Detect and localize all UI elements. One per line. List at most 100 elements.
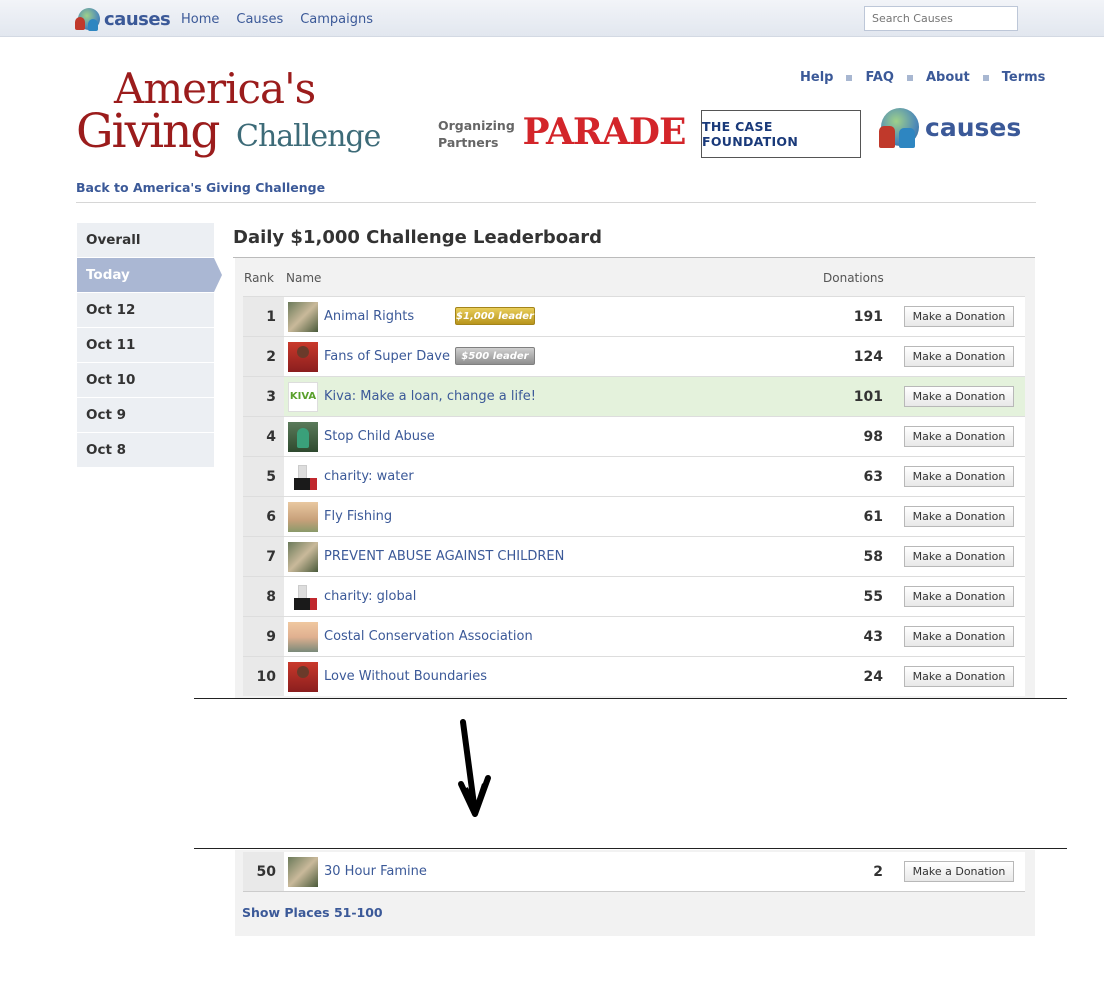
cause-thumbnail[interactable] [288, 621, 318, 652]
rank-cell: 8 [243, 577, 284, 616]
brand-line-2: Giving [76, 104, 221, 159]
make-donation-button[interactable]: Make a Donation [904, 861, 1014, 882]
menu-item-oct-11[interactable]: Oct 11 [77, 328, 214, 362]
cause-thumbnail[interactable] [288, 421, 318, 452]
make-donation-button[interactable]: Make a Donation [904, 506, 1014, 527]
leaderboard-rows: 1 Animal Rights $1,000 leader 191 Make a… [243, 296, 1025, 696]
make-donation-button[interactable]: Make a Donation [904, 346, 1014, 367]
header-links: Help FAQ About Terms [800, 70, 1045, 85]
table-row: 4 Stop Child Abuse 98 Make a Donation [243, 416, 1025, 456]
menu-item-oct-12[interactable]: Oct 12 [77, 293, 214, 327]
column-header-donations: Donations [823, 271, 884, 285]
cause-thumbnail[interactable]: KIVA [288, 381, 318, 412]
leader-badge: $1,000 leader [455, 307, 535, 325]
brand-line-3: Challenge [236, 119, 381, 154]
make-donation-button[interactable]: Make a Donation [904, 386, 1014, 407]
cause-name-link[interactable]: Costal Conservation Association [324, 629, 533, 644]
cut-line-top [194, 698, 1067, 699]
make-donation-button[interactable]: Make a Donation [904, 546, 1014, 567]
cause-name-link[interactable]: Fly Fishing [324, 509, 392, 524]
cause-thumbnail[interactable] [288, 661, 318, 692]
table-row: 8 charity: global 55 Make a Donation [243, 576, 1025, 616]
cause-thumbnail[interactable] [288, 581, 318, 612]
causes-partner-logo[interactable]: causes [879, 108, 1022, 148]
divider [76, 202, 1036, 203]
cause-name-link[interactable]: Animal Rights [324, 309, 414, 324]
top-bar: causes Home Causes Campaigns [0, 0, 1104, 37]
menu-item-today[interactable]: Today [77, 258, 222, 292]
parade-logo[interactable]: PARADE [521, 112, 687, 152]
causes-logo[interactable]: causes [75, 8, 171, 31]
link-separator [846, 74, 853, 81]
make-donation-button[interactable]: Make a Donation [904, 666, 1014, 687]
back-link[interactable]: Back to America's Giving Challenge [76, 180, 325, 195]
table-row: 9 Costal Conservation Association 43 Mak… [243, 616, 1025, 656]
organizing-partners-label: Organizing Partners [438, 117, 515, 151]
menu-item-oct-8[interactable]: Oct 8 [77, 433, 214, 467]
americas-giving-challenge-logo[interactable]: America's Giving Challenge [76, 64, 381, 168]
cut-line-bottom [194, 848, 1067, 849]
nav-home[interactable]: Home [181, 12, 219, 27]
donation-count: 98 [863, 428, 883, 445]
top-nav: Home Causes Campaigns [181, 12, 390, 27]
help-link[interactable]: Help [800, 70, 833, 85]
donation-count: 55 [863, 588, 883, 605]
about-link[interactable]: About [926, 70, 970, 85]
down-arrow-icon [458, 719, 491, 817]
cause-thumbnail[interactable] [288, 301, 318, 332]
table-row: 6 Fly Fishing 61 Make a Donation [243, 496, 1025, 536]
donation-count: 43 [863, 628, 883, 645]
organizing-label-line2: Partners [438, 135, 499, 150]
causes-globe-icon [879, 108, 919, 148]
leader-badge: $500 leader [455, 347, 535, 365]
cause-name-link[interactable]: charity: water [324, 469, 414, 484]
make-donation-button[interactable]: Make a Donation [904, 466, 1014, 487]
make-donation-button[interactable]: Make a Donation [904, 306, 1014, 327]
cause-name-link[interactable]: Fans of Super Dave [324, 349, 450, 364]
search-input[interactable] [864, 6, 1018, 31]
rank-cell: 2 [243, 337, 284, 376]
donation-count: 124 [853, 348, 883, 365]
cause-name-link[interactable]: Love Without Boundaries [324, 669, 487, 684]
cause-thumbnail[interactable] [288, 341, 318, 372]
case-foundation-logo[interactable]: THE CASE FOUNDATION [701, 110, 861, 158]
rank-cell: 3 [243, 377, 284, 416]
make-donation-button[interactable]: Make a Donation [904, 426, 1014, 447]
cause-thumbnail[interactable] [288, 501, 318, 532]
donation-count: 191 [853, 308, 883, 325]
rank-cell: 4 [243, 417, 284, 456]
show-more-link[interactable]: Show Places 51-100 [242, 905, 383, 920]
rank-cell: 6 [243, 497, 284, 536]
cause-thumbnail[interactable] [288, 541, 318, 572]
faq-link[interactable]: FAQ [865, 70, 894, 85]
table-row: 1 Animal Rights $1,000 leader 191 Make a… [243, 296, 1025, 336]
organizing-label-line1: Organizing [438, 118, 515, 133]
terms-link[interactable]: Terms [1002, 70, 1046, 85]
cause-name-link[interactable]: Stop Child Abuse [324, 429, 435, 444]
rank-cell: 10 [243, 657, 284, 696]
column-header-name: Name [286, 271, 322, 285]
table-row: 5 charity: water 63 Make a Donation [243, 456, 1025, 496]
make-donation-button[interactable]: Make a Donation [904, 626, 1014, 647]
rank-cell: 5 [243, 457, 284, 496]
cause-name-link[interactable]: 30 Hour Famine [324, 864, 427, 879]
menu-item-oct-9[interactable]: Oct 9 [77, 398, 214, 432]
cause-thumbnail[interactable] [288, 461, 318, 492]
causes-partner-text: causes [925, 112, 1022, 142]
rank-cell: 1 [243, 297, 284, 336]
nav-causes[interactable]: Causes [236, 12, 283, 27]
donation-count: 101 [853, 388, 883, 405]
menu-item-overall[interactable]: Overall [77, 223, 214, 257]
menu-item-oct-10[interactable]: Oct 10 [77, 363, 214, 397]
donation-count: 63 [863, 468, 883, 485]
link-separator [982, 74, 989, 81]
cause-name-link[interactable]: charity: global [324, 589, 416, 604]
table-row-highlighted: 3 KIVA Kiva: Make a loan, change a life!… [243, 376, 1025, 416]
rank-cell: 50 [243, 852, 284, 891]
make-donation-button[interactable]: Make a Donation [904, 586, 1014, 607]
nav-campaigns[interactable]: Campaigns [300, 12, 373, 27]
cause-name-link[interactable]: Kiva: Make a loan, change a life! [324, 389, 536, 404]
cause-thumbnail[interactable] [288, 856, 318, 887]
cause-name-link[interactable]: PREVENT ABUSE AGAINST CHILDREN [324, 549, 564, 564]
leaderboard-title: Daily $1,000 Challenge Leaderboard [233, 227, 602, 248]
